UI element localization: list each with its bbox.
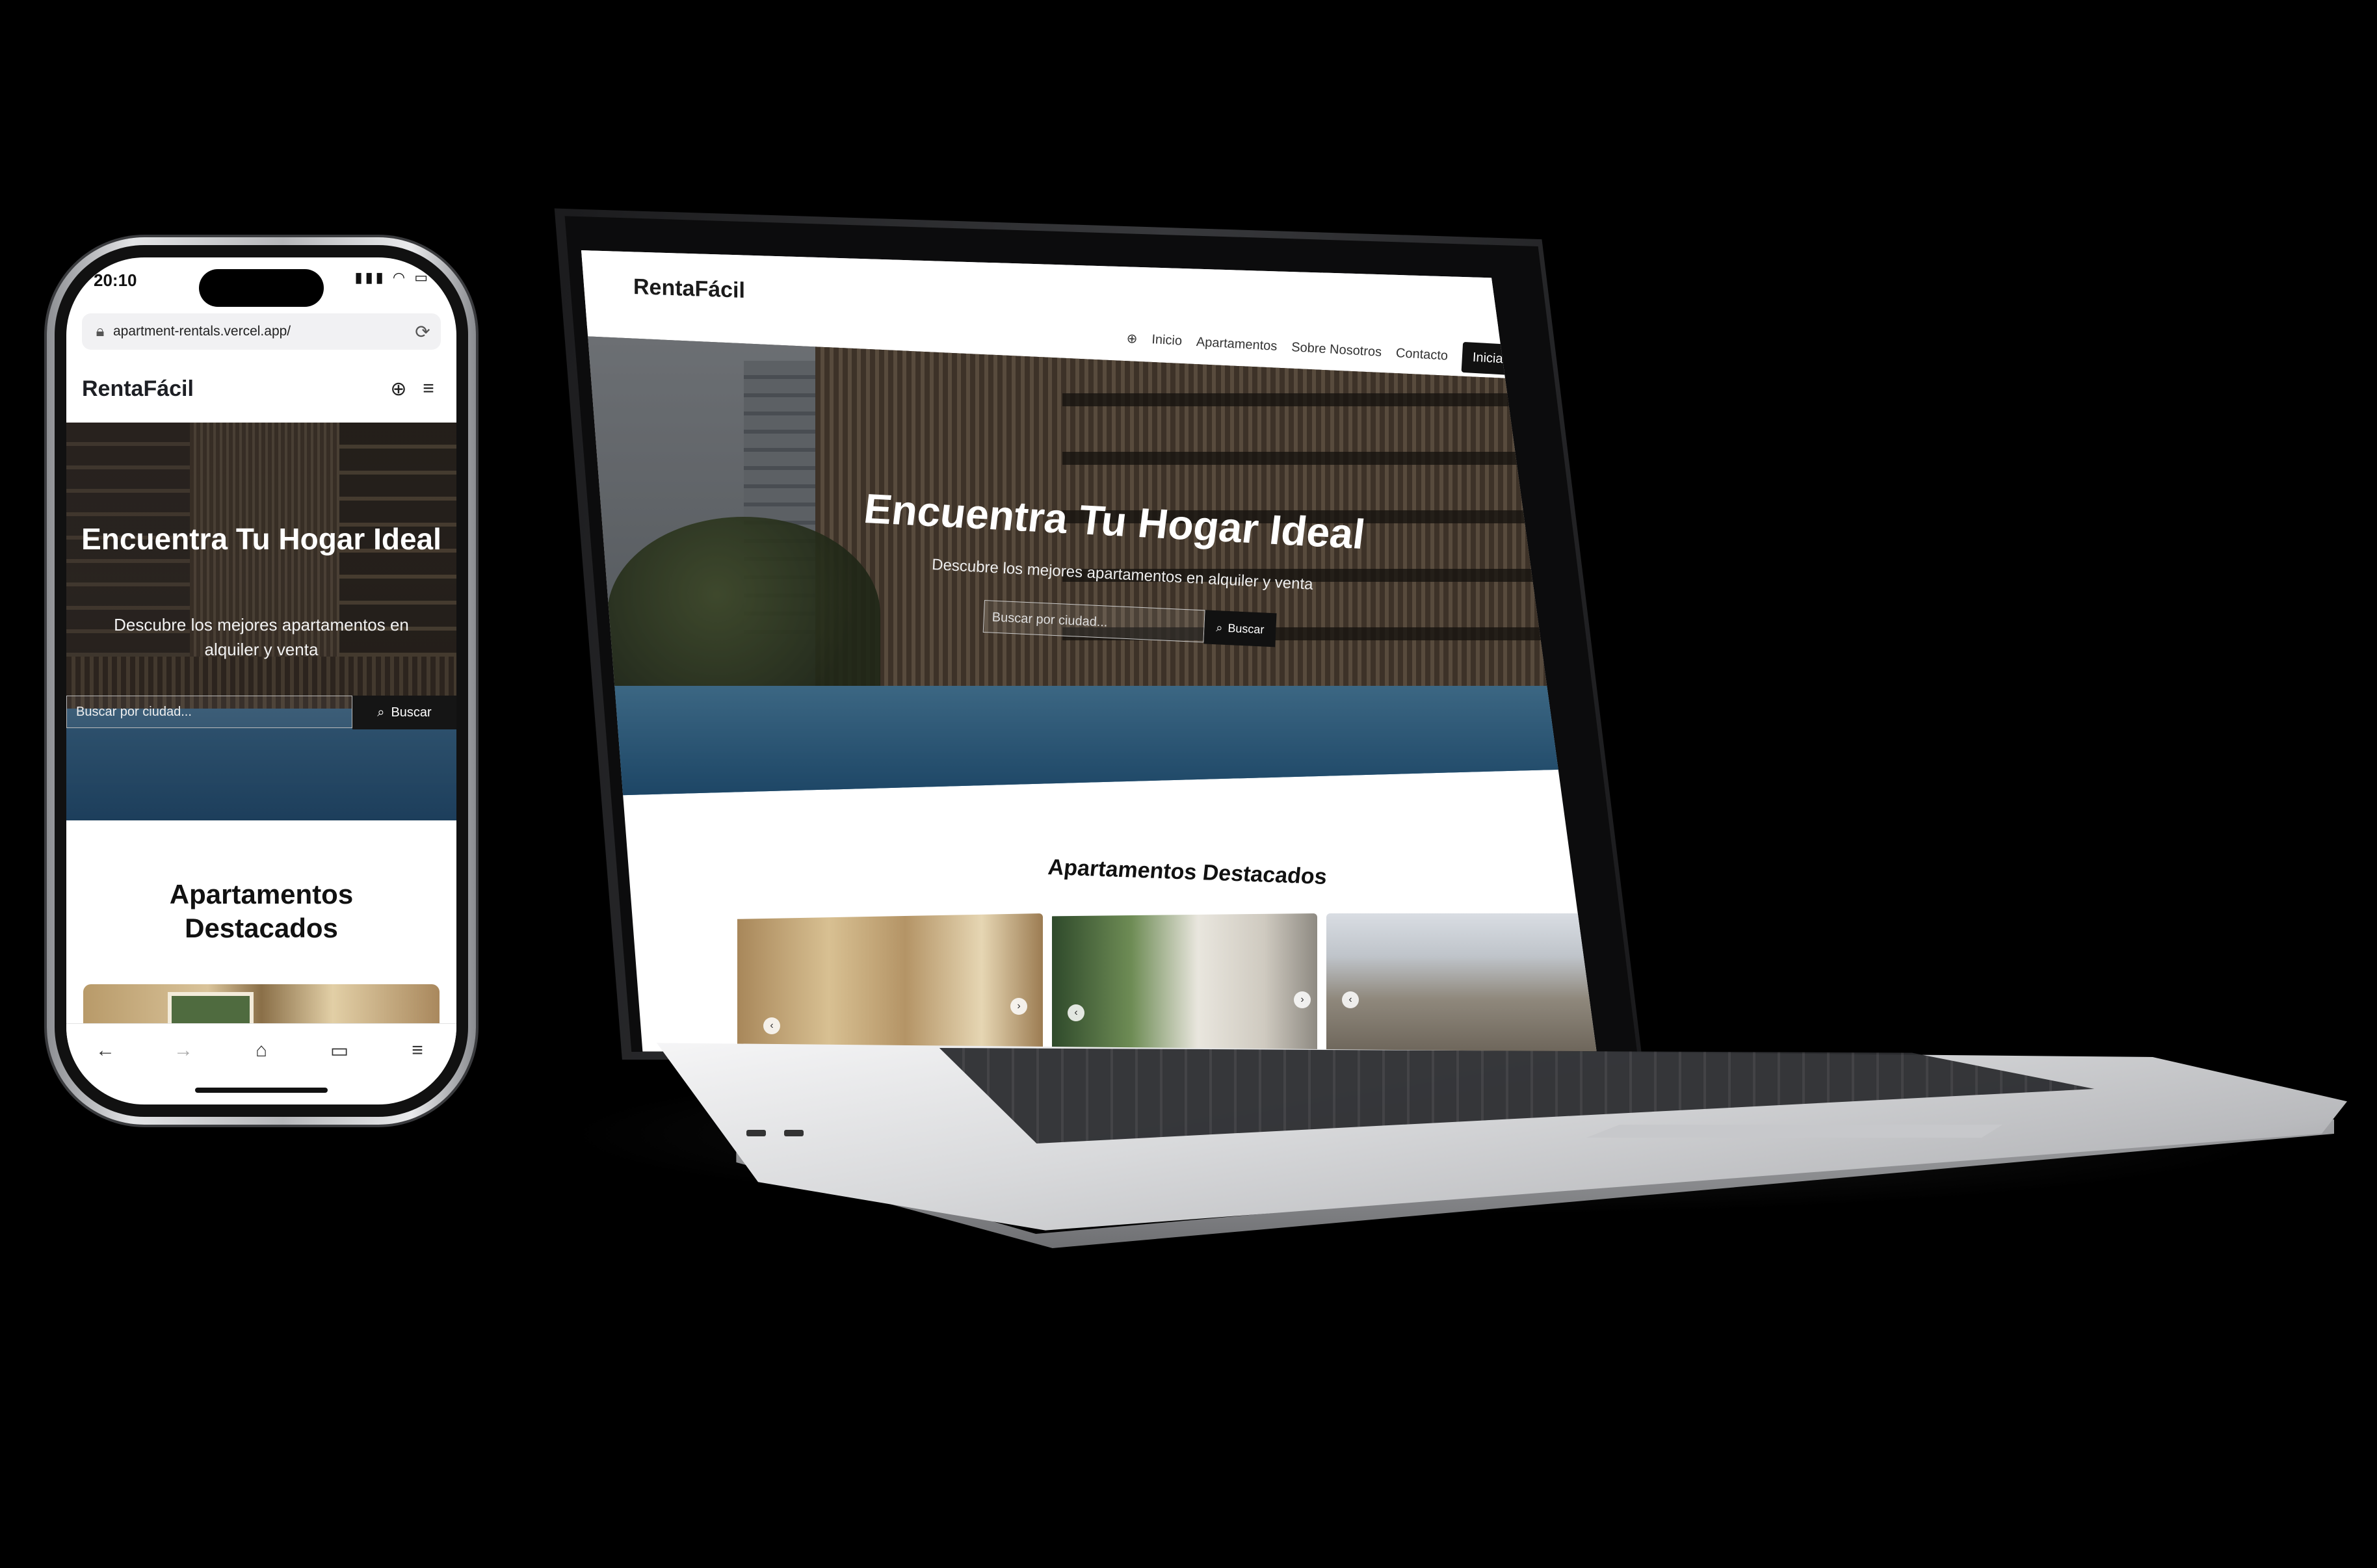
- status-time: 20:10: [94, 270, 137, 290]
- url-text[interactable]: apartment-rentals.vercel.app/: [113, 324, 410, 339]
- carousel-prev-icon[interactable]: ‹: [1068, 1004, 1084, 1021]
- hamburger-menu-icon[interactable]: ≡: [414, 378, 443, 400]
- nav-link-sobre-nosotros[interactable]: Sobre Nosotros: [1291, 340, 1382, 360]
- featured-section-title: Apartamentos Destacados: [1047, 855, 1328, 889]
- brand-logo[interactable]: RentaFácil: [82, 376, 384, 402]
- nav-link-apartamentos[interactable]: Apartamentos: [1196, 335, 1278, 354]
- nav-link-contacto[interactable]: Contacto: [1395, 346, 1448, 363]
- home-indicator[interactable]: [195, 1088, 328, 1093]
- status-icons: ▮▮▮ ◠ ▭: [354, 269, 430, 285]
- search-form: Buscar por ciudad... ⌕ Buscar: [66, 696, 456, 729]
- carousel-next-icon[interactable]: ›: [1294, 991, 1311, 1008]
- globe-icon[interactable]: ⊕: [1126, 330, 1138, 347]
- hero-section: Encuentra Tu Hogar Ideal Descubre los me…: [66, 423, 456, 820]
- search-input[interactable]: Buscar por ciudad...: [66, 696, 352, 728]
- back-icon[interactable]: ←: [86, 1039, 125, 1062]
- search-icon: ⌕: [377, 705, 385, 720]
- home-icon[interactable]: ⌂: [242, 1039, 281, 1062]
- search-icon: ⌕: [1215, 620, 1223, 634]
- hero-subtitle: Descubre los mejores apartamentos en alq…: [114, 615, 409, 659]
- search-button-label: Buscar: [391, 705, 432, 720]
- featured-section-title: Apartamentos Destacados: [169, 879, 354, 943]
- brand-logo[interactable]: RentaFácil: [633, 274, 745, 304]
- apartment-card-image[interactable]: ‹: [1326, 913, 1597, 1052]
- site-navbar: RentaFácil ⊕ ≡: [66, 356, 456, 421]
- hero-overlay: [581, 335, 1597, 796]
- globe-icon[interactable]: ⊕: [384, 378, 414, 400]
- search-button[interactable]: ⌕ Buscar: [1203, 610, 1277, 647]
- apartment-card-image[interactable]: ‹ ›: [737, 913, 1043, 1052]
- address-bar[interactable]: 🔒︎ apartment-rentals.vercel.app/ ⟳: [82, 313, 441, 350]
- reload-icon[interactable]: ⟳: [410, 321, 436, 343]
- laptop-screen: RentaFácil ⊕ Inicio Apartamentos Sobre N…: [581, 250, 1597, 1052]
- search-button[interactable]: ⌕ Buscar: [352, 696, 456, 729]
- hero-title: Encuentra Tu Hogar Ideal: [81, 522, 441, 556]
- usb-c-port: [784, 1130, 804, 1136]
- carousel-next-icon[interactable]: ›: [1010, 998, 1027, 1015]
- hero-section: [581, 335, 1597, 796]
- forward-icon[interactable]: →: [164, 1039, 203, 1062]
- browser-menu-icon[interactable]: ≡: [398, 1039, 437, 1062]
- search-button-label: Buscar: [1228, 621, 1265, 636]
- lock-icon: 🔒︎: [96, 322, 105, 340]
- browser-toolbar: ← → ⌂ ▭ ≡: [66, 1023, 456, 1077]
- apartment-card-image[interactable]: ‹ ›: [1052, 913, 1317, 1052]
- laptop-hinge-highlight: [1586, 1125, 2003, 1138]
- dynamic-island: [199, 269, 324, 307]
- carousel-prev-icon[interactable]: ‹: [1342, 991, 1359, 1008]
- carousel-prev-icon[interactable]: ‹: [763, 1017, 780, 1034]
- usb-c-port: [746, 1130, 766, 1136]
- tabs-icon[interactable]: ▭: [320, 1039, 359, 1062]
- phone-screen: 20:10 ▮▮▮ ◠ ▭ 🔒︎ apartment-rentals.verce…: [66, 257, 456, 1104]
- nav-link-inicio[interactable]: Inicio: [1151, 332, 1183, 349]
